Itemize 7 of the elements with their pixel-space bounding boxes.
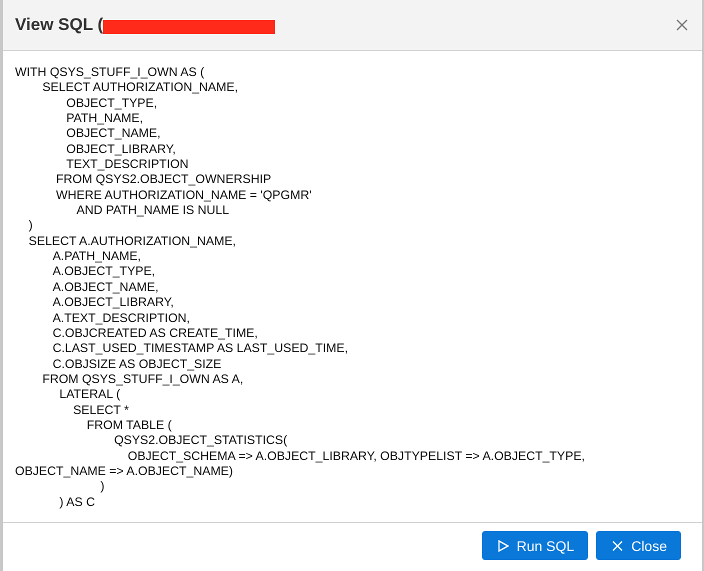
close-icon[interactable] [676, 19, 688, 31]
run-button[interactable]: Run SQL [482, 531, 588, 560]
play-icon [498, 540, 509, 552]
close-icon [612, 540, 624, 552]
dialog-title: View SQL ( [15, 15, 104, 35]
close-button[interactable]: Close [596, 531, 681, 560]
sql-text: WITH QSYS_STUFF_I_OWN AS ( SELECT AUTHORIZATION_NAME, OBJECT_TYPE, PATH_NAME, OBJECT_NAME, OBJECT_LIBRARY, TEXT_DESCRIPTION FROM QSYS2.OBJECT_OWNERSHIP WHERE AUTHORIZATION_NAME = 'QPGMR' AND PATH_NAME IS NULL ) SELECT A.AUTHORIZATION_NAME, A.PATH_NAME, A.OBJECT_TYPE, A.OBJECT_NAME, A.OBJECT_LIBRARY, A.TEXT_DESCRIPTION, C.OBJCREATED AS CREATE_TIME, C.LAST_USED_TIMESTAMP AS LAST_USED_TIME, C.OBJSIZE AS OBJECT_SIZE FROM QSYS_STUFF_I_OWN AS A, LATERAL ( SELECT * FROM TABLE ( QSYS2.OBJECT_STATISTICS( OBJECT_SCHEMA => A.OBJECT_LIBRARY, OBJTYPELIST => A.OBJECT_TYPE, OBJECT_NAME => A.OBJECT_NAME) ) ) AS C [15, 65, 586, 510]
